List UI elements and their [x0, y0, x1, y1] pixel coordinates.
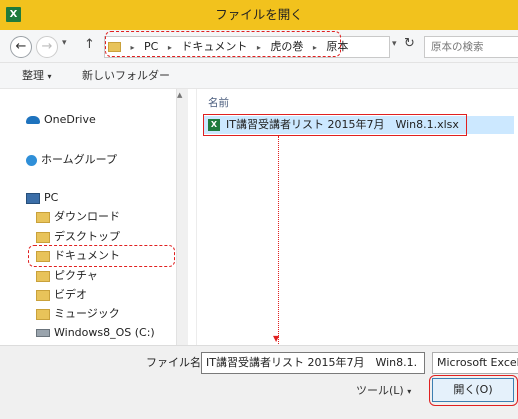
sidebar-item-label: Windows8_OS (C:)	[54, 326, 155, 339]
sidebar-item-drive-c[interactable]: Windows8_OS (C:)	[36, 324, 155, 342]
navigation-scrollbar[interactable]	[176, 89, 188, 345]
sidebar-item-pictures[interactable]: ピクチャ	[36, 267, 98, 285]
organize-label: 整理	[22, 69, 44, 82]
download-folder-icon	[36, 211, 50, 223]
pictures-folder-icon	[36, 270, 50, 282]
annotation-arrow: ▼	[273, 334, 280, 343]
sidebar-item-label: OneDrive	[44, 113, 96, 126]
drive-icon	[36, 329, 50, 337]
sidebar-item-pc[interactable]: PC	[26, 189, 58, 207]
sidebar-item-desktop[interactable]: デスクトップ	[36, 228, 120, 246]
address-dropdown[interactable]: ▾	[392, 39, 397, 49]
address-highlight	[105, 31, 341, 57]
sidebar-item-videos[interactable]: ビデオ	[36, 286, 87, 304]
recent-locations-dropdown[interactable]: ▾	[62, 38, 67, 48]
sidebar-item-label: ホームグループ	[41, 153, 118, 166]
videos-folder-icon	[36, 289, 50, 301]
pane-divider[interactable]	[196, 89, 197, 345]
column-header-name[interactable]: 名前	[208, 95, 229, 110]
sidebar-item-label: デスクトップ	[54, 230, 120, 243]
sidebar-item-downloads[interactable]: ダウンロード	[36, 208, 120, 226]
window-title: ファイルを開く	[215, 7, 303, 22]
chevron-down-icon: ▾	[407, 387, 412, 396]
toolbar	[0, 63, 518, 89]
open-button-highlight	[429, 375, 518, 406]
back-button[interactable]: ←	[10, 36, 32, 58]
sidebar-item-label: ピクチャ	[54, 269, 98, 282]
computer-icon	[26, 192, 40, 204]
tools-button[interactable]: ツール(L) ▾	[356, 382, 411, 401]
sidebar-item-label: ミュージック	[54, 307, 120, 320]
file-highlight	[203, 114, 467, 136]
tools-label: ツール(L)	[356, 384, 404, 397]
forward-button[interactable]: →	[36, 36, 58, 58]
sidebar-item-homegroup[interactable]: ホームグループ	[26, 151, 117, 169]
music-folder-icon	[36, 308, 50, 320]
sidebar-item-music[interactable]: ミュージック	[36, 305, 120, 323]
chevron-down-icon: ▾	[47, 72, 52, 81]
sidebar-item-label: ビデオ	[54, 288, 87, 301]
filetype-select[interactable]: Microsoft Excel	[432, 352, 518, 374]
new-folder-button[interactable]: 新しいフォルダー	[82, 63, 170, 88]
scroll-up-arrow[interactable]: ▲	[177, 91, 182, 99]
filename-input[interactable]: IT講習受講者リスト 2015年7月 Win8.1.	[201, 352, 425, 374]
documents-highlight	[28, 245, 175, 267]
up-button[interactable]: ↑	[84, 37, 95, 52]
organize-button[interactable]: 整理 ▾	[22, 63, 52, 88]
search-input[interactable]: 原本の検索	[424, 36, 518, 58]
desktop-folder-icon	[36, 231, 50, 243]
sidebar-item-onedrive[interactable]: OneDrive	[26, 111, 96, 129]
sidebar-item-label: PC	[44, 191, 59, 204]
cloud-icon	[26, 116, 40, 124]
refresh-button[interactable]: ↻	[404, 36, 415, 51]
homegroup-icon	[26, 154, 37, 166]
sidebar-item-label: ダウンロード	[54, 210, 120, 223]
